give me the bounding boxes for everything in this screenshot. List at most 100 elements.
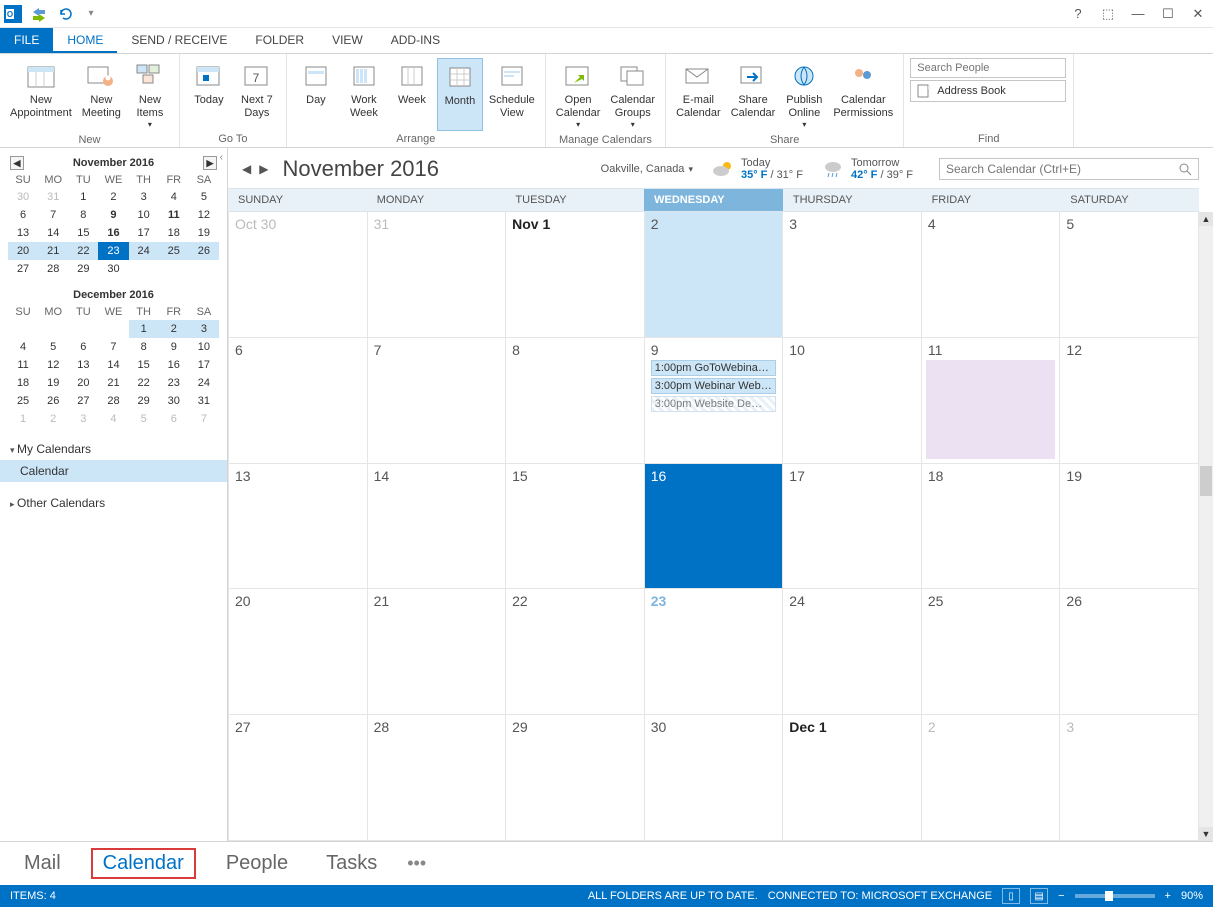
calendar-permissions-button[interactable]: Calendar Permissions <box>829 58 897 132</box>
zoom-slider[interactable] <box>1075 894 1155 898</box>
nav-tasks[interactable]: Tasks <box>318 848 385 879</box>
minical-day[interactable]: 24 <box>129 242 159 260</box>
minical-day[interactable]: 25 <box>8 392 38 410</box>
minical-day[interactable]: 3 <box>129 188 159 206</box>
minical-day[interactable]: 17 <box>189 356 219 374</box>
calendar-grid[interactable]: Oct 3031Nov 1234567891:00pm GoToWebinar … <box>228 212 1199 841</box>
calendar-cell[interactable]: 24 <box>783 589 922 715</box>
minical-day[interactable]: 2 <box>98 188 128 206</box>
nav-more[interactable]: ••• <box>407 853 426 874</box>
minical-day[interactable]: 31 <box>189 392 219 410</box>
minical-day[interactable]: 13 <box>8 224 38 242</box>
calendar-cell[interactable]: 14 <box>368 464 507 590</box>
minical-day[interactable]: 27 <box>68 392 98 410</box>
minical-day[interactable]: 5 <box>38 338 68 356</box>
calendar-cell[interactable]: 19 <box>1060 464 1199 590</box>
minical-day[interactable]: 8 <box>68 206 98 224</box>
calendar-cell[interactable]: 21 <box>368 589 507 715</box>
new-items-button[interactable]: New Items▾ <box>127 58 173 132</box>
scroll-up[interactable]: ▲ <box>1199 212 1213 226</box>
calendar-cell[interactable]: 12 <box>1060 338 1199 464</box>
zoom-out[interactable]: − <box>1058 890 1064 902</box>
calendar-cell[interactable]: 17 <box>783 464 922 590</box>
other-calendars-node[interactable]: Other Calendars <box>10 492 217 514</box>
minical-day[interactable]: 1 <box>129 320 159 338</box>
calendar-cell[interactable]: 18 <box>922 464 1061 590</box>
calendar-cell[interactable]: 30 <box>645 715 784 841</box>
calendar-groups-button[interactable]: Calendar Groups▾ <box>606 58 659 132</box>
ribbon-display-options[interactable]: ⬚ <box>1093 1 1123 27</box>
minical-day[interactable]: 20 <box>8 242 38 260</box>
nav-people[interactable]: People <box>218 848 296 879</box>
minical-day[interactable]: 4 <box>159 188 189 206</box>
calendar-cell[interactable]: 3 <box>783 212 922 338</box>
nav-mail[interactable]: Mail <box>16 848 69 879</box>
send-receive-all-icon[interactable] <box>28 3 50 25</box>
minical-day[interactable]: 16 <box>159 356 189 374</box>
open-calendar-button[interactable]: Open Calendar▾ <box>552 58 605 132</box>
normal-view-icon[interactable]: ▯ <box>1002 888 1020 904</box>
tab-view[interactable]: VIEW <box>318 28 377 53</box>
today-button[interactable]: Today <box>186 58 232 131</box>
calendar-cell[interactable]: 20 <box>229 589 368 715</box>
minical-day[interactable]: 19 <box>189 224 219 242</box>
minical-day[interactable] <box>159 260 189 278</box>
minical-day[interactable] <box>8 320 38 338</box>
calendar-cell[interactable]: 11Out of Office <box>922 338 1061 464</box>
calendar-cell[interactable]: 27 <box>229 715 368 841</box>
minical-day[interactable]: 30 <box>159 392 189 410</box>
minical-day[interactable]: 27 <box>8 260 38 278</box>
minical-day[interactable]: 10 <box>129 206 159 224</box>
minical-day[interactable]: 23 <box>159 374 189 392</box>
collapse-sidebar[interactable]: ‹ <box>220 152 223 163</box>
minical-day[interactable]: 29 <box>129 392 159 410</box>
email-calendar-button[interactable]: E-mail Calendar <box>672 58 725 132</box>
calendar-cell[interactable]: 2 <box>645 212 784 338</box>
minical-day[interactable]: 4 <box>8 338 38 356</box>
minical-day[interactable]: 25 <box>159 242 189 260</box>
minical-day[interactable]: 9 <box>159 338 189 356</box>
minical-day[interactable] <box>129 260 159 278</box>
calendar-cell[interactable]: 2 <box>922 715 1061 841</box>
undo-icon[interactable] <box>54 3 76 25</box>
calendar-cell[interactable]: 16 <box>645 464 784 590</box>
minical-day[interactable]: 14 <box>98 356 128 374</box>
minical-day[interactable]: 28 <box>38 260 68 278</box>
calendar-cell[interactable]: 15 <box>506 464 645 590</box>
minical-day[interactable]: 9 <box>98 206 128 224</box>
minical-day[interactable]: 5 <box>189 188 219 206</box>
minical-prev[interactable]: ◀ <box>10 156 24 170</box>
tab-file[interactable]: FILE <box>0 28 53 53</box>
minical-next[interactable]: ▶ <box>203 156 217 170</box>
minical-day[interactable]: 2 <box>38 410 68 428</box>
minical-day[interactable]: 19 <box>38 374 68 392</box>
minical-day[interactable]: 26 <box>38 392 68 410</box>
minical-day[interactable]: 7 <box>98 338 128 356</box>
minical-day[interactable]: 4 <box>98 410 128 428</box>
calendar-cell[interactable]: Nov 1 <box>506 212 645 338</box>
search-calendar[interactable] <box>939 158 1199 180</box>
calendar-cell[interactable]: 13 <box>229 464 368 590</box>
minical-day[interactable]: 28 <box>98 392 128 410</box>
minical-day[interactable]: 22 <box>129 374 159 392</box>
calendar-cell[interactable]: Oct 30 <box>229 212 368 338</box>
minical-day[interactable]: 20 <box>68 374 98 392</box>
appointment[interactable]: 3:00pm Website De… <box>651 396 777 412</box>
month-view-button[interactable]: Month <box>437 58 483 131</box>
schedule-view-button[interactable]: Schedule View <box>485 58 539 131</box>
zoom-in[interactable]: + <box>1165 890 1171 902</box>
minical-day[interactable]: 17 <box>129 224 159 242</box>
minical-day[interactable]: 7 <box>189 410 219 428</box>
minical-day[interactable]: 10 <box>189 338 219 356</box>
new-appointment-button[interactable]: New Appointment <box>6 58 76 132</box>
work-week-button[interactable]: Work Week <box>341 58 387 131</box>
minical-day[interactable] <box>189 260 219 278</box>
minical-day[interactable] <box>38 320 68 338</box>
calendar-cell[interactable]: Dec 1 <box>783 715 922 841</box>
qat-customize[interactable]: ▾ <box>80 3 102 25</box>
minical-day[interactable]: 12 <box>38 356 68 374</box>
prev-month[interactable]: ◀ <box>242 162 251 176</box>
day-view-button[interactable]: Day <box>293 58 339 131</box>
minical-day[interactable]: 16 <box>98 224 128 242</box>
calendar-cell[interactable]: 4 <box>922 212 1061 338</box>
